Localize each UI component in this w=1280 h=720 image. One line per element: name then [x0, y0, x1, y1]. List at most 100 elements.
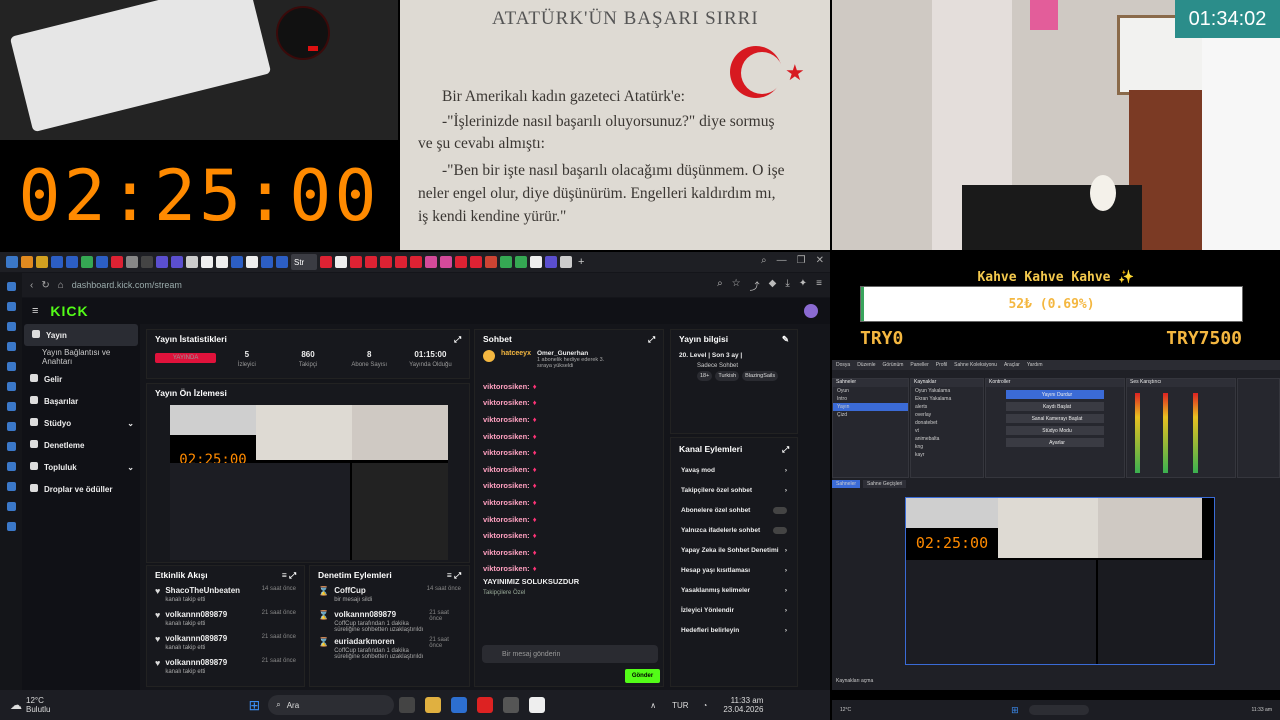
send-button[interactable]: Gönder — [625, 669, 660, 683]
browser-tab[interactable] — [365, 256, 377, 268]
toggle-switch[interactable] — [773, 526, 787, 534]
browser-tab[interactable] — [66, 256, 78, 268]
sidebar-item[interactable]: Denetleme — [22, 434, 140, 456]
rail-icon[interactable] — [6, 442, 16, 451]
source-item[interactable]: vt — [911, 427, 983, 435]
browser-tab[interactable] — [81, 256, 93, 268]
obs-preview[interactable]: 02:25:00 — [905, 497, 1215, 665]
browser-tab[interactable] — [51, 256, 63, 268]
source-item[interactable]: overlay — [911, 411, 983, 419]
close-icon[interactable]: ✕ — [816, 255, 824, 266]
obs-menu-item[interactable]: Görünüm — [883, 362, 904, 368]
browser-tab[interactable] — [470, 256, 482, 268]
tag-chip[interactable]: Turkish — [715, 371, 740, 381]
tag-chip[interactable]: 18+ — [697, 371, 713, 381]
channel-action-item[interactable]: Hesap yaşı kısıtlaması › — [671, 560, 797, 580]
sidebar-item[interactable]: Gelir — [22, 368, 140, 390]
rail-icon[interactable] — [6, 482, 16, 491]
source-item[interactable]: animebalta — [911, 435, 983, 443]
obs-menu-item[interactable]: Sahne Koleksiyonu — [954, 362, 997, 368]
browser-tab[interactable] — [171, 256, 183, 268]
source-item[interactable]: kayr — [911, 451, 983, 459]
rail-icon[interactable] — [6, 462, 16, 471]
ai-icon[interactable]: ✦ — [799, 278, 807, 293]
rail-icon[interactable] — [6, 402, 16, 411]
source-item[interactable]: Oyun Yakalama — [911, 387, 983, 395]
obs-menu-item[interactable]: Araçlar — [1004, 362, 1020, 368]
obs-menu-item[interactable]: Düzenle — [857, 362, 875, 368]
popout-icon[interactable]: ⤢ — [454, 334, 461, 345]
browser-tab[interactable] — [111, 256, 123, 268]
browser-tab[interactable] — [545, 256, 557, 268]
channel-action-item[interactable]: Yapay Zeka ile Sohbet Denetimi › — [671, 540, 797, 560]
browser-tab[interactable] — [530, 256, 542, 268]
rail-icon[interactable] — [6, 382, 16, 391]
obs-menu-item[interactable]: Profil — [936, 362, 947, 368]
rail-icon[interactable] — [6, 422, 16, 431]
windows-icon[interactable]: ⊞ — [248, 697, 260, 714]
channel-action-item[interactable]: Hedefleri belirleyin › — [671, 620, 797, 640]
hamburger-icon[interactable]: ≡ — [32, 305, 38, 317]
chevron-down-icon[interactable]: ⌄ — [127, 419, 134, 428]
browser-tab[interactable] — [560, 256, 572, 268]
source-item[interactable]: Ekran Yakalama — [911, 395, 983, 403]
search-box[interactable]: ⌕ Ara — [268, 695, 395, 715]
maximize-icon[interactable]: ❐ — [797, 255, 806, 266]
scene-item[interactable]: Oyun — [833, 387, 908, 395]
browser-tab[interactable] — [141, 256, 153, 268]
popout-icon[interactable]: ⤢ — [782, 444, 789, 455]
rail-icon[interactable] — [6, 522, 16, 531]
search-icon[interactable]: ⌕ — [761, 255, 767, 266]
datetime[interactable]: 11:33 am 23.04.2026 — [723, 696, 763, 714]
source-item[interactable]: kng — [911, 443, 983, 451]
tag-chip[interactable]: BlazingSails — [742, 371, 779, 381]
sidebar-item[interactable]: Yayın Bağlantısı ve Anahtarı — [22, 346, 140, 368]
sidebar-item[interactable]: Başarılar — [22, 390, 140, 412]
store-icon[interactable] — [451, 697, 468, 713]
browser-tab-active[interactable]: Str — [291, 254, 317, 270]
rail-icon[interactable] — [6, 282, 16, 291]
obs-icon[interactable] — [503, 697, 520, 713]
browser-tab[interactable] — [261, 256, 273, 268]
avatar[interactable] — [804, 304, 818, 318]
chevron-down-icon[interactable]: ⌄ — [127, 463, 134, 472]
obs-tab[interactable]: Sahne Geçişleri — [863, 480, 907, 488]
edit-icon[interactable]: ✎ — [782, 334, 789, 345]
popout-icon[interactable]: ⤢ — [648, 334, 655, 345]
rail-icon[interactable] — [6, 362, 16, 371]
control-button[interactable]: Kaydı Başlat — [1006, 402, 1104, 411]
filter-icon[interactable]: ≡ ⤢ — [447, 570, 461, 581]
rail-icon[interactable] — [6, 502, 16, 511]
share-icon[interactable]: ⤴ — [750, 278, 760, 293]
extension-icon[interactable]: ◆ — [769, 278, 777, 293]
kick-logo[interactable]: KICK — [50, 303, 88, 319]
browser-tab[interactable] — [500, 256, 512, 268]
tray-chevron-icon[interactable]: ∧ — [650, 701, 656, 710]
file-explorer-icon[interactable] — [425, 697, 442, 713]
browser-tab[interactable] — [380, 256, 392, 268]
obs-tab[interactable]: Sahneler — [832, 480, 861, 488]
rail-icon[interactable] — [6, 302, 16, 311]
menu-icon[interactable]: ≡ — [816, 278, 822, 293]
rail-icon[interactable] — [6, 322, 16, 331]
source-item[interactable]: donatebet — [911, 419, 983, 427]
toggle-switch[interactable] — [773, 506, 787, 514]
minimize-icon[interactable]: — — [777, 255, 787, 266]
refresh-icon[interactable]: ↻ — [41, 280, 49, 291]
sidebar-item[interactable]: Droplar ve ödüller — [22, 478, 140, 500]
browser-tab[interactable] — [6, 256, 18, 268]
channel-action-item[interactable]: Yavaş mod › — [671, 460, 797, 480]
url-field[interactable]: dashboard.kick.com/stream — [72, 280, 182, 290]
search-box[interactable] — [1028, 705, 1089, 715]
scene-item[interactable]: Çizd — [833, 411, 908, 419]
browser-tab[interactable] — [485, 256, 497, 268]
task-view-icon[interactable] — [399, 697, 416, 713]
browser-tab[interactable] — [320, 256, 332, 268]
browser-tab[interactable] — [246, 256, 258, 268]
sidebar-item[interactable]: Yayın — [24, 324, 138, 346]
browser-tab[interactable] — [216, 256, 228, 268]
new-tab-icon[interactable]: + — [578, 256, 584, 268]
browser-tab[interactable] — [156, 256, 168, 268]
browser-tab[interactable] — [96, 256, 108, 268]
stream-preview[interactable]: 02:25:00 — [170, 405, 448, 560]
